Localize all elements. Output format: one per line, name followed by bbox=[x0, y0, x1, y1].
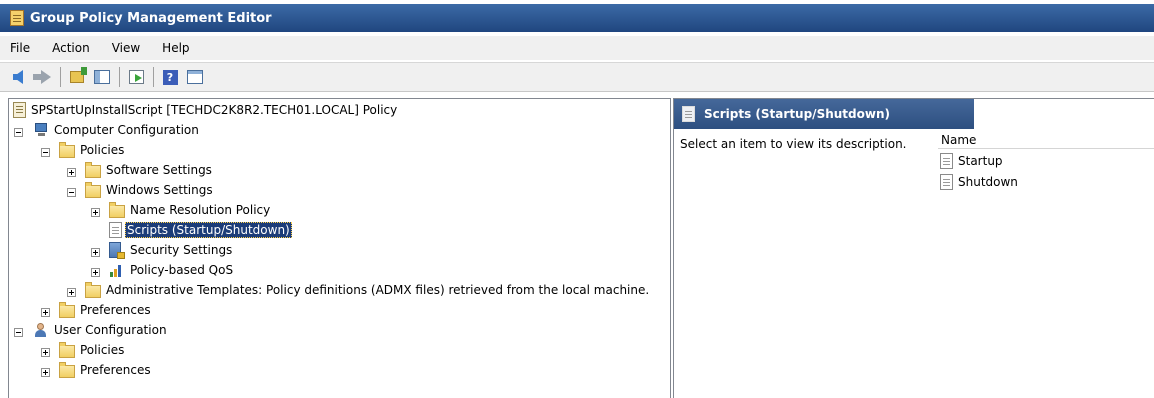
tree-item-label: Policy-based QoS bbox=[130, 263, 234, 277]
tree-item-label: Name Resolution Policy bbox=[130, 203, 271, 217]
tree-item-security-settings[interactable]: Security Settings bbox=[109, 241, 232, 259]
tree-item-label: Windows Settings bbox=[106, 183, 213, 197]
expand-name-resolution-toggle[interactable] bbox=[91, 208, 100, 217]
up-folder-icon bbox=[70, 67, 87, 83]
collapse-computer-config-toggle[interactable] bbox=[14, 128, 23, 137]
script-icon bbox=[940, 153, 953, 169]
forward-button[interactable] bbox=[33, 67, 53, 87]
title-bar: Group Policy Management Editor bbox=[0, 4, 1154, 32]
help-icon: ? bbox=[162, 69, 178, 85]
help-button[interactable]: ? bbox=[160, 67, 180, 87]
toolbar-separator bbox=[153, 67, 154, 87]
tree-item-label: Computer Configuration bbox=[54, 123, 199, 137]
tree-item-policies[interactable]: Policies bbox=[59, 141, 124, 159]
tree-item-windows-settings[interactable]: Windows Settings bbox=[85, 181, 213, 199]
tree-root[interactable]: SPStartUpInstallScript [TECHDC2K8R2.TECH… bbox=[13, 101, 397, 119]
menu-bar: File Action View Help bbox=[0, 36, 1154, 60]
folder-icon bbox=[109, 201, 125, 218]
view-icon bbox=[187, 70, 203, 84]
collapse-policies-toggle[interactable] bbox=[41, 148, 50, 157]
column-header-name[interactable]: Name bbox=[938, 132, 1154, 149]
script-icon bbox=[109, 222, 122, 238]
window-title: Group Policy Management Editor bbox=[30, 10, 272, 26]
folder-icon bbox=[85, 281, 101, 298]
toolbar-separator bbox=[60, 67, 61, 87]
tree-item-user-preferences[interactable]: Preferences bbox=[59, 361, 151, 379]
tree-item-user-configuration[interactable]: User Configuration bbox=[33, 321, 167, 339]
tree-item-policy-based-qos[interactable]: Policy-based QoS bbox=[109, 261, 233, 279]
expand-security-settings-toggle[interactable] bbox=[91, 248, 100, 257]
collapse-user-config-toggle[interactable] bbox=[14, 328, 23, 337]
script-icon bbox=[682, 106, 695, 122]
details-header: Scripts (Startup/Shutdown) bbox=[674, 99, 974, 129]
tree-item-label: Policies bbox=[80, 143, 125, 157]
tree-item-label: Preferences bbox=[80, 363, 151, 377]
tree-item-software-settings[interactable]: Software Settings bbox=[85, 161, 212, 179]
tree-item-label: User Configuration bbox=[54, 323, 167, 337]
tree-item-label: Software Settings bbox=[106, 163, 212, 177]
menu-view[interactable]: View bbox=[112, 41, 140, 55]
tree-item-administrative-templates[interactable]: Administrative Templates: Policy definit… bbox=[85, 281, 649, 299]
up-one-level-button[interactable] bbox=[67, 67, 87, 87]
details-description: Select an item to view its description. bbox=[680, 137, 907, 151]
details-header-title: Scripts (Startup/Shutdown) bbox=[704, 107, 890, 121]
list-item-startup[interactable]: Startup bbox=[940, 152, 1003, 170]
expand-software-settings-toggle[interactable] bbox=[67, 168, 76, 177]
group-policy-app-icon bbox=[10, 10, 24, 26]
menu-action[interactable]: Action bbox=[52, 41, 90, 55]
expand-user-policies-toggle[interactable] bbox=[41, 348, 50, 357]
folder-icon bbox=[59, 301, 75, 318]
tree-item-label: Security Settings bbox=[130, 243, 233, 257]
tree-item-scripts[interactable]: Scripts (Startup/Shutdown) bbox=[109, 221, 292, 239]
security-settings-icon bbox=[109, 242, 125, 259]
view-button[interactable] bbox=[185, 67, 205, 87]
tree-item-name-resolution-policy[interactable]: Name Resolution Policy bbox=[109, 201, 270, 219]
toolbar: ? bbox=[0, 62, 1154, 92]
user-icon bbox=[33, 322, 49, 338]
expand-admin-templates-toggle[interactable] bbox=[67, 288, 76, 297]
list-item-shutdown[interactable]: Shutdown bbox=[940, 173, 1018, 191]
folder-icon bbox=[85, 181, 101, 198]
toolbar-separator bbox=[119, 67, 120, 87]
show-hide-tree-icon bbox=[94, 70, 110, 84]
collapse-windows-settings-toggle[interactable] bbox=[67, 188, 76, 197]
tree-item-label: Preferences bbox=[80, 303, 151, 317]
expand-qos-toggle[interactable] bbox=[91, 268, 100, 277]
bar-chart-icon bbox=[109, 262, 125, 278]
export-list-button[interactable] bbox=[126, 67, 146, 87]
folder-icon bbox=[59, 361, 75, 378]
tree-pane[interactable]: SPStartUpInstallScript [TECHDC2K8R2.TECH… bbox=[8, 98, 671, 398]
expand-preferences-toggle[interactable] bbox=[41, 308, 50, 317]
tree-item-label: Policies bbox=[80, 343, 125, 357]
computer-icon bbox=[33, 122, 49, 138]
folder-icon bbox=[59, 341, 75, 358]
tree-item-user-policies[interactable]: Policies bbox=[59, 341, 124, 359]
expand-user-preferences-toggle[interactable] bbox=[41, 368, 50, 377]
tree-root-label: SPStartUpInstallScript [TECHDC2K8R2.TECH… bbox=[31, 103, 398, 117]
tree-item-label: Administrative Templates: Policy definit… bbox=[106, 283, 650, 297]
list-item-label: Shutdown bbox=[958, 175, 1018, 189]
back-button[interactable] bbox=[8, 67, 28, 87]
folder-icon bbox=[85, 161, 101, 178]
tree-item-computer-configuration[interactable]: Computer Configuration bbox=[33, 121, 199, 139]
script-icon bbox=[940, 174, 953, 190]
back-icon bbox=[13, 70, 23, 84]
list-item-label: Startup bbox=[958, 154, 1003, 168]
policy-icon bbox=[13, 102, 26, 118]
show-hide-tree-button[interactable] bbox=[92, 67, 112, 87]
export-list-icon bbox=[128, 70, 144, 84]
folder-icon bbox=[59, 141, 75, 158]
tree-item-preferences[interactable]: Preferences bbox=[59, 301, 151, 319]
menu-file[interactable]: File bbox=[10, 41, 30, 55]
forward-icon bbox=[33, 70, 51, 84]
details-pane: Scripts (Startup/Shutdown) Select an ite… bbox=[673, 98, 1154, 398]
menu-help[interactable]: Help bbox=[162, 41, 189, 55]
tree-item-label: Scripts (Startup/Shutdown) bbox=[125, 222, 292, 238]
